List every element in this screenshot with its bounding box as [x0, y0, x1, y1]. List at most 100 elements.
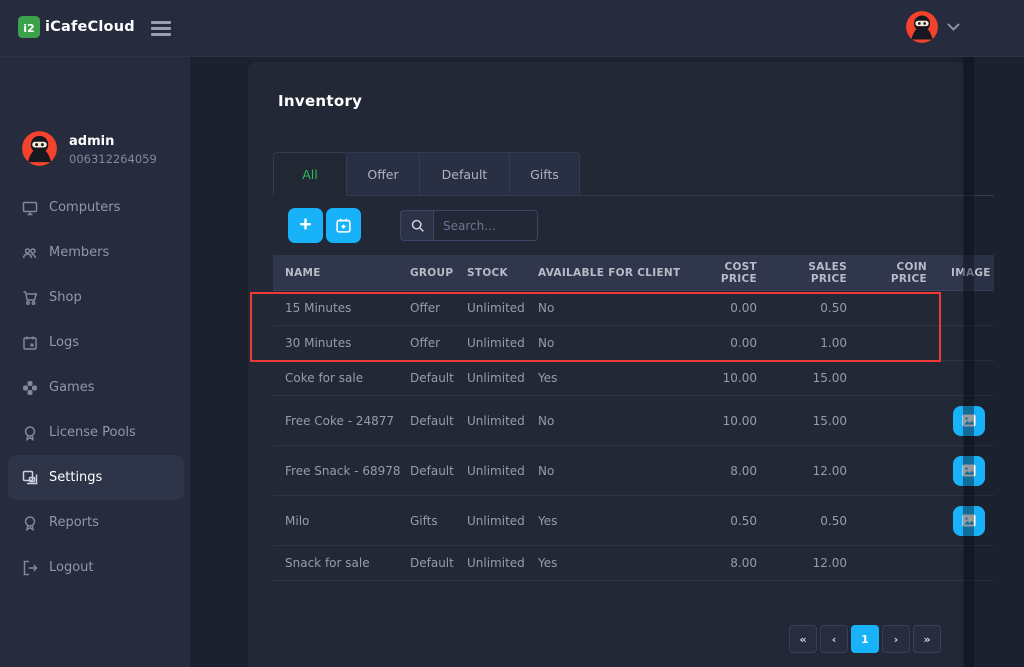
cell-sales-price: 0.50 [777, 301, 865, 315]
cell-group: Gifts [410, 514, 467, 528]
cell-stock: Unlimited [467, 336, 538, 350]
cell-name: 30 Minutes [273, 336, 410, 350]
column-header-coin-price: COIN PRICE [865, 261, 951, 285]
table-row[interactable]: Milo Gifts Unlimited Yes 0.50 0.50 [273, 496, 994, 546]
page-title: Inventory [278, 92, 362, 110]
monitor-icon [22, 200, 38, 216]
sidebar-item-label: Members [49, 245, 109, 260]
sidebar-item-games[interactable]: Games [8, 365, 184, 410]
cell-stock: Unlimited [467, 414, 538, 428]
pagination-next-button[interactable]: › [882, 625, 910, 653]
cell-name: Free Snack - 68978 [273, 464, 410, 478]
cell-cost-price: 0.00 [687, 301, 777, 315]
cell-stock: Unlimited [467, 464, 538, 478]
cell-available: No [538, 336, 687, 350]
column-header-stock: STOCK [467, 267, 538, 279]
cell-group: Offer [410, 301, 467, 315]
sidebar-item-label: License Pools [49, 425, 136, 440]
inventory-table: NAME GROUP STOCK AVAILABLE FOR CLIENT CO… [273, 255, 994, 581]
sidebar-item-logout[interactable]: Logout [8, 545, 184, 590]
cell-cost-price: 10.00 [687, 414, 777, 428]
pagination-prev-button[interactable]: ‹ [820, 625, 848, 653]
cell-stock: Unlimited [467, 556, 538, 570]
table-row[interactable]: Free Coke - 24877 Default Unlimited No 1… [273, 396, 994, 446]
badge-icon [22, 425, 38, 441]
report-badge-icon [22, 515, 38, 531]
tab-gifts[interactable]: Gifts [510, 152, 580, 196]
cell-group: Default [410, 464, 467, 478]
user-menu[interactable] [906, 11, 960, 43]
sidebar-item-settings[interactable]: Settings [8, 455, 184, 500]
brand-logo[interactable]: i2 iCafeCloud [18, 16, 135, 38]
column-header-sales-price: SALES PRICE [777, 261, 865, 285]
sidebar-user-id: 006312264059 [69, 152, 157, 166]
cell-sales-price: 12.00 [777, 464, 865, 478]
inventory-tabs: All Offer Default Gifts [273, 152, 580, 196]
cell-cost-price: 0.50 [687, 514, 777, 528]
cell-group: Default [410, 414, 467, 428]
column-header-available: AVAILABLE FOR CLIENT [538, 267, 687, 279]
column-header-name: NAME [273, 267, 410, 279]
cell-available: Yes [538, 371, 687, 385]
brand-logo-icon: i2 [18, 16, 40, 38]
cell-sales-price: 15.00 [777, 414, 865, 428]
calendar-plus-icon [335, 217, 352, 234]
tab-all[interactable]: All [273, 152, 347, 196]
sidebar: admin 006312264059 Computers Members [0, 57, 190, 667]
pagination: « ‹ 1 › » [789, 625, 941, 653]
search-bar [400, 210, 538, 241]
column-header-cost-price: COST PRICE [687, 261, 777, 285]
sidebar-item-computers[interactable]: Computers [8, 185, 184, 230]
table-row[interactable]: Snack for sale Default Unlimited Yes 8.0… [273, 546, 994, 581]
cell-cost-price: 8.00 [687, 464, 777, 478]
layers-icon [22, 470, 38, 486]
pagination-first-button[interactable]: « [789, 625, 817, 653]
sidebar-item-members[interactable]: Members [8, 230, 184, 275]
games-icon [22, 380, 38, 396]
cell-cost-price: 0.00 [687, 336, 777, 350]
scrollbar-track[interactable] [963, 57, 974, 667]
cell-name: Free Coke - 24877 [273, 414, 410, 428]
column-header-group: GROUP [410, 267, 467, 279]
sidebar-item-label: Shop [49, 290, 82, 305]
sidebar-nav: Computers Members Shop Logs [0, 185, 190, 590]
table-row[interactable]: Free Snack - 68978 Default Unlimited No … [273, 446, 994, 496]
sidebar-item-reports[interactable]: Reports [8, 500, 184, 545]
sidebar-item-license-pools[interactable]: License Pools [8, 410, 184, 455]
user-avatar [906, 11, 938, 43]
cell-sales-price: 12.00 [777, 556, 865, 570]
cell-name: Coke for sale [273, 371, 410, 385]
table-row[interactable]: 15 Minutes Offer Unlimited No 0.00 0.50 [273, 291, 994, 326]
sidebar-item-logs[interactable]: Logs [8, 320, 184, 365]
cell-available: No [538, 464, 687, 478]
sidebar-item-label: Settings [49, 470, 102, 485]
search-icon [400, 210, 433, 241]
add-offer-button[interactable] [326, 208, 361, 243]
cell-sales-price: 0.50 [777, 514, 865, 528]
cart-icon [22, 290, 38, 306]
pagination-last-button[interactable]: » [913, 625, 941, 653]
top-header-bar: i2 iCafeCloud [0, 0, 1024, 57]
tab-offer[interactable]: Offer [347, 152, 420, 196]
sidebar-item-label: Reports [49, 515, 99, 530]
menu-toggle-icon[interactable] [151, 21, 171, 36]
sidebar-item-label: Logs [49, 335, 79, 350]
chevron-down-icon [947, 23, 960, 32]
cell-cost-price: 8.00 [687, 556, 777, 570]
cell-group: Offer [410, 336, 467, 350]
table-row[interactable]: Coke for sale Default Unlimited Yes 10.0… [273, 361, 994, 396]
sidebar-item-label: Logout [49, 560, 94, 575]
sidebar-item-shop[interactable]: Shop [8, 275, 184, 320]
table-row[interactable]: 30 Minutes Offer Unlimited No 0.00 1.00 [273, 326, 994, 361]
cell-available: No [538, 301, 687, 315]
brand-name: iCafeCloud [45, 19, 135, 35]
sidebar-item-label: Computers [49, 200, 120, 215]
cell-available: No [538, 414, 687, 428]
search-input[interactable] [433, 210, 538, 241]
tab-default[interactable]: Default [420, 152, 510, 196]
cell-group: Default [410, 556, 467, 570]
pagination-page-1-button[interactable]: 1 [851, 625, 879, 653]
cell-cost-price: 10.00 [687, 371, 777, 385]
add-item-button[interactable]: + [288, 208, 323, 243]
sidebar-item-label: Games [49, 380, 94, 395]
